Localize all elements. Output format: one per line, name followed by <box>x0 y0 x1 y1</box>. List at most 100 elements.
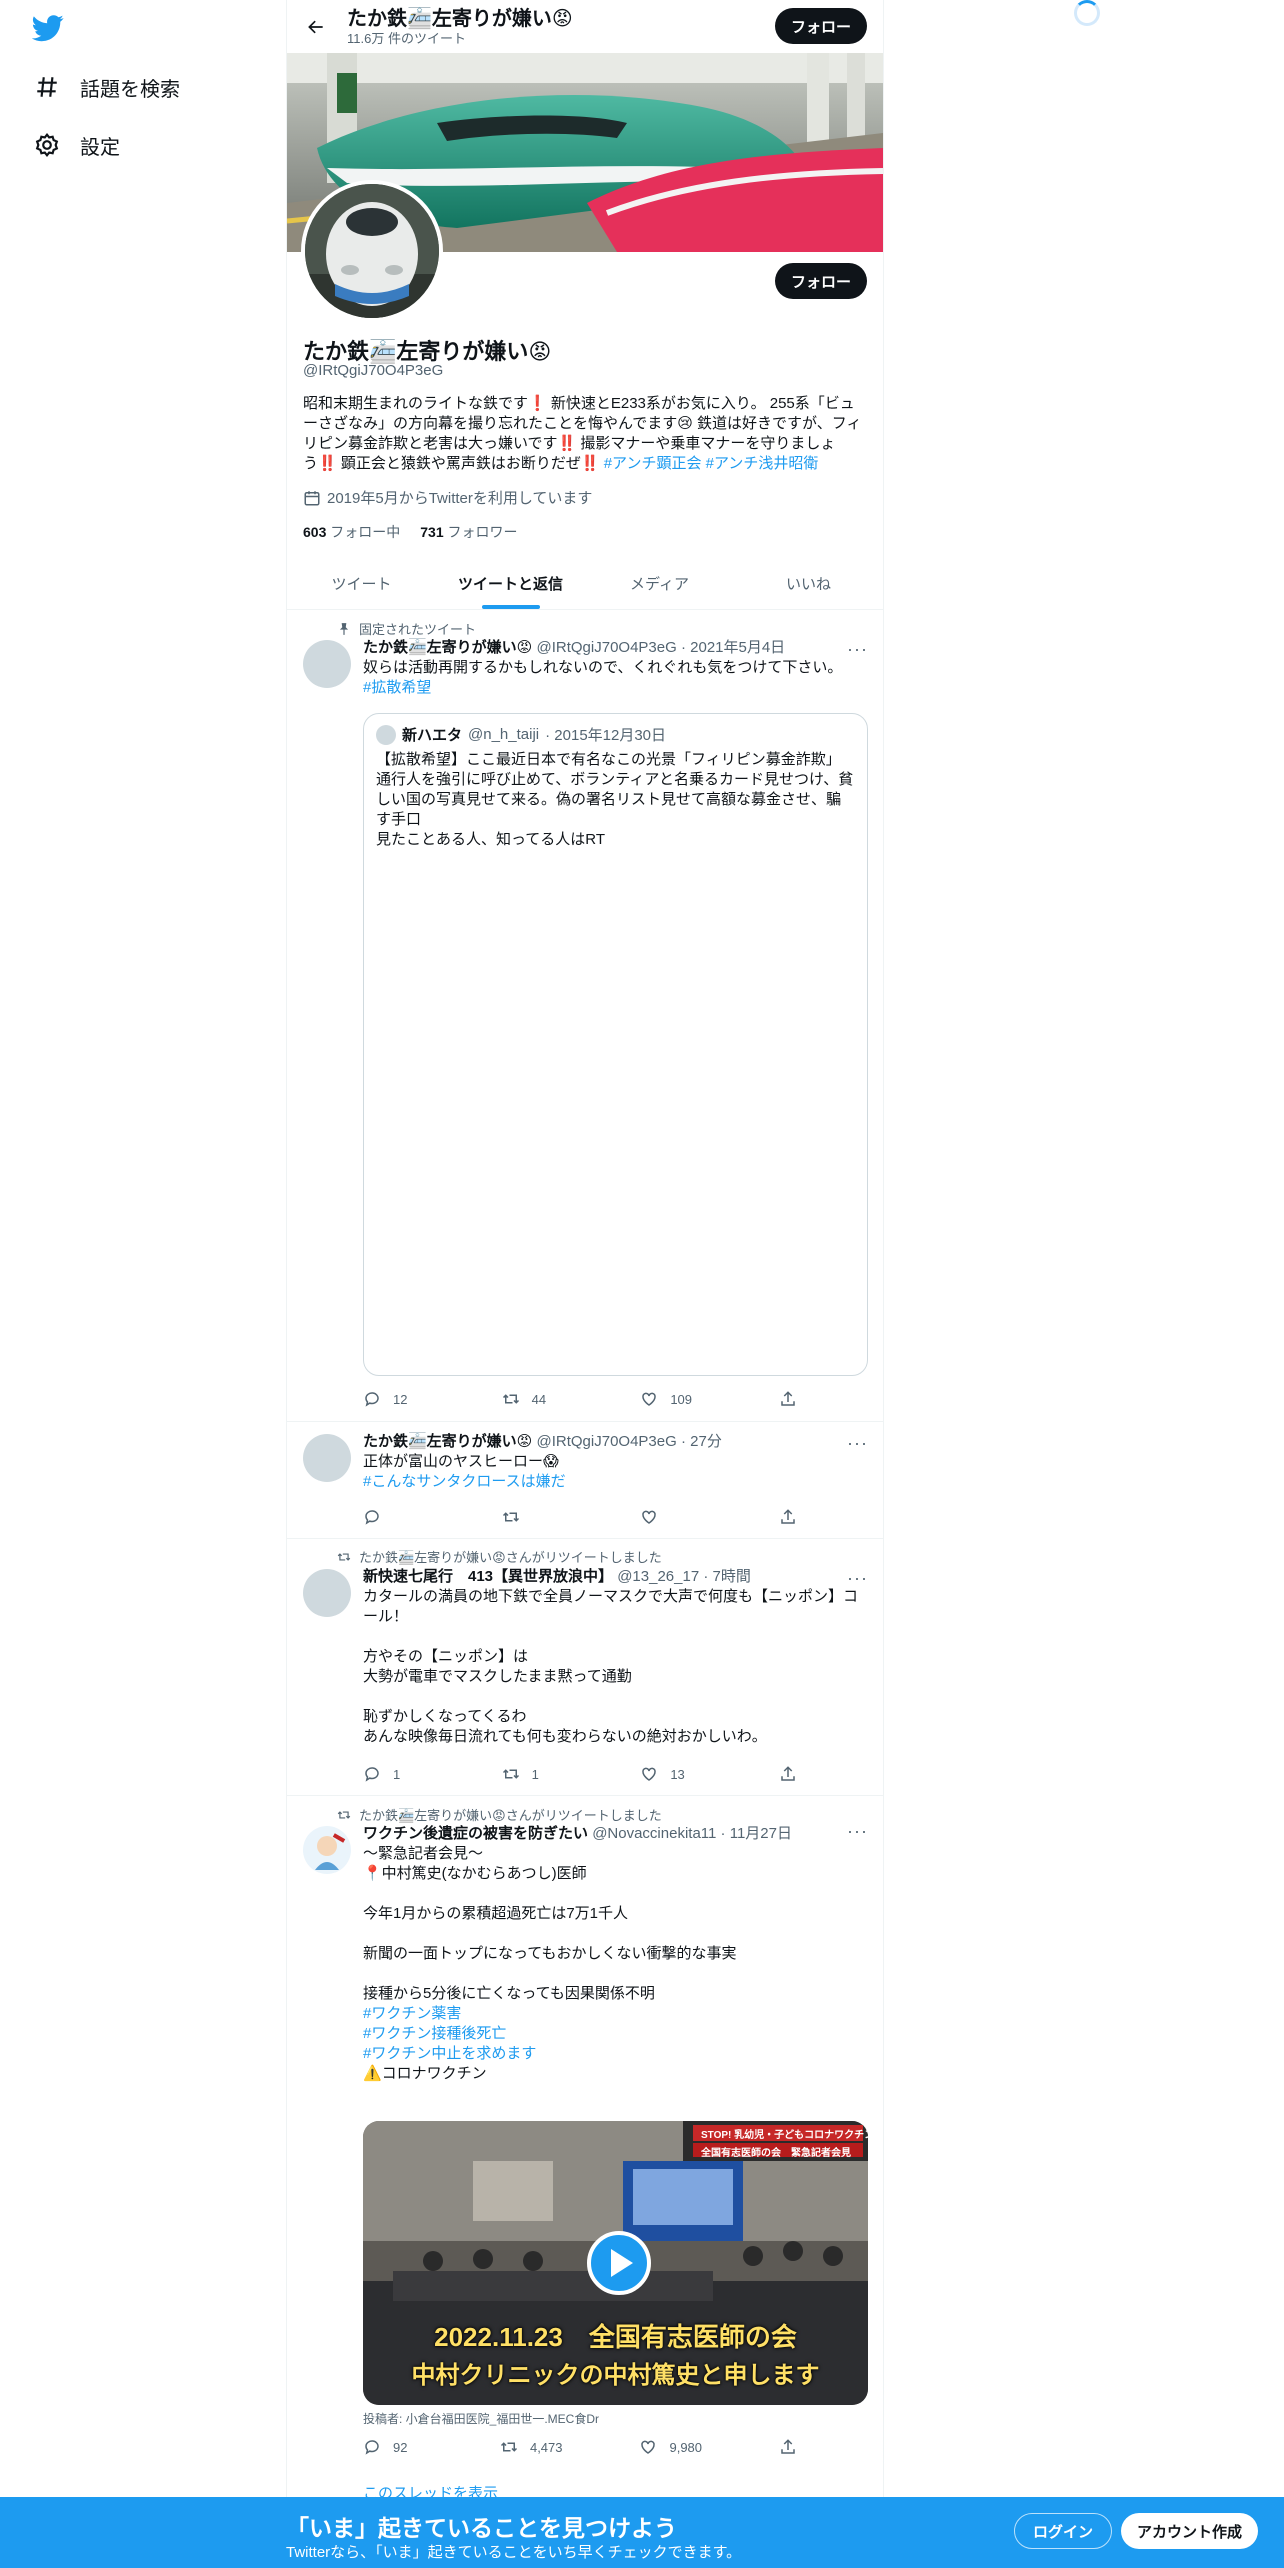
avatar[interactable] <box>303 1434 351 1482</box>
header-follow-button[interactable]: フォロー <box>774 8 867 44</box>
hashtag-icon <box>37 77 57 97</box>
retweet-button[interactable] <box>502 1508 562 1526</box>
retweet-count: 1 <box>531 1766 539 1782</box>
tweet[interactable]: 固定されたツイート ··· たか鉄🚈左寄りが嫌い😡 @IRtQgiJ70O4P3… <box>287 610 883 1422</box>
reply-button[interactable]: 1 <box>363 1765 423 1783</box>
tweet-time[interactable]: · 2021年5月4日 <box>681 639 785 656</box>
author-name[interactable]: ワクチン後遺症の被害を防ぎたい <box>363 1825 588 1842</box>
like-button[interactable]: 9,980 <box>639 2438 702 2456</box>
share-icon <box>781 1766 795 1781</box>
hashtag-link[interactable]: #ワクチン接種後死亡 <box>363 2024 867 2044</box>
reply-button[interactable]: 12 <box>363 1390 423 1408</box>
retweet-context-label[interactable]: たか鉄🚈左寄りが嫌い😡さんがリツイートしました <box>359 1805 662 1824</box>
avatar[interactable] <box>303 640 351 688</box>
avatar[interactable] <box>303 1826 351 1874</box>
nav-explore[interactable]: 話題を検索 <box>34 65 180 109</box>
bio-hashtag-link[interactable]: #アンチ顕正会 <box>604 455 702 472</box>
hashtag-link[interactable]: #拡散希望 <box>363 678 867 698</box>
hashtag-link[interactable]: #ワクチン薬害 <box>363 2004 867 2024</box>
like-button[interactable] <box>640 1508 700 1526</box>
avatar <box>376 724 396 745</box>
video-caption-line1: 2022.11.23 全国有志医師の会 <box>434 2322 797 2352</box>
signup-banner-title: 「いま」起きていることを見つけよう <box>286 2515 677 2541</box>
tweet-time[interactable]: · 7時間 <box>703 1568 751 1585</box>
retweet-icon <box>337 1810 351 1819</box>
profile-tabs: ツイート ツイートと返信 メディア いいね <box>287 557 883 610</box>
tab-tweets-and-replies[interactable]: ツイートと返信 <box>436 557 585 609</box>
followers-link[interactable]: 731 フォロワー <box>420 522 517 542</box>
tweet-actions: 92 4,473 9,980 <box>363 2438 799 2456</box>
reply-button[interactable] <box>363 1508 423 1526</box>
author-handle[interactable]: @13_26_17 <box>617 1568 699 1585</box>
video-banner-bottom: 全国有志医師の会 緊急記者会見 <box>701 2148 851 2159</box>
retweet-button[interactable]: 4,473 <box>500 2438 563 2456</box>
profile-avatar[interactable] <box>301 180 443 322</box>
following-link[interactable]: 603 フォロー中 <box>303 522 400 542</box>
quoted-author-name: 新ハエタ <box>402 727 463 744</box>
video-caption-line2: 中村クリニックの中村篤史と申します <box>411 2362 820 2389</box>
profile-joined: 2019年5月からTwitterを利用しています <box>303 487 592 508</box>
retweet-button[interactable]: 44 <box>502 1390 562 1408</box>
reply-icon <box>365 1510 379 1525</box>
like-count: 13 <box>670 1766 685 1782</box>
profile-follow-stats: 603 フォロー中 731 フォロワー <box>303 522 518 542</box>
calendar-icon <box>304 490 320 505</box>
play-button[interactable] <box>587 2231 651 2295</box>
tweet-time[interactable]: · 27分 <box>681 1433 722 1450</box>
heart-icon <box>642 1767 657 1781</box>
reply-count: 1 <box>393 1766 401 1782</box>
author-name[interactable]: 新快速七尾行 413【異世界放浪中】 <box>363 1568 613 1585</box>
tweet-time[interactable]: · 11月27日 <box>721 1825 792 1842</box>
profile-bio: 昭和末期生まれのライトな鉄です❗ 新快速とE233系がお気に入り。 255系「ビ… <box>303 394 869 474</box>
heart-icon <box>642 1392 657 1406</box>
hashtag-link[interactable]: #こんなサンタクロースは嫌だ <box>363 1472 867 1492</box>
author-handle[interactable]: @IRtQgiJ70O4P3eG <box>537 1433 677 1450</box>
quoted-author-handle: @n_h_taiji <box>468 726 540 743</box>
tweet-video[interactable]: STOP! 乳幼児・子どもコロナワクチン 全国有志医師の会 緊急記者会見 202… <box>363 2121 868 2405</box>
tweet[interactable]: ··· たか鉄🚈左寄りが嫌い😡 @IRtQgiJ70O4P3eG · 27分 正… <box>287 1422 883 1539</box>
twitter-logo-icon[interactable] <box>32 12 64 44</box>
tweet-actions: 1 1 13 <box>363 1765 799 1783</box>
hashtag-link[interactable]: #ワクチン中止を求めます <box>363 2044 867 2064</box>
author-handle[interactable]: @IRtQgiJ70O4P3eG <box>537 639 677 656</box>
author-name[interactable]: たか鉄🚈左寄りが嫌い😡 <box>363 639 532 656</box>
reply-icon <box>365 1767 379 1782</box>
signup-button[interactable]: アカウント作成 <box>1121 2513 1259 2549</box>
like-button[interactable]: 13 <box>640 1765 700 1783</box>
profile-follow-button[interactable]: フォロー <box>774 263 867 299</box>
share-button[interactable] <box>779 2438 799 2456</box>
share-button[interactable] <box>779 1390 799 1408</box>
avatar[interactable] <box>303 1569 351 1617</box>
tweet-text: 正体が富山のヤスヒーロー😱 <box>363 1453 559 1470</box>
pinned-context: 固定されたツイート <box>337 619 476 638</box>
retweet-context-label[interactable]: たか鉄🚈左寄りが嫌い😡さんがリツイートしました <box>359 1547 662 1566</box>
bio-hashtag-link[interactable]: #アンチ浅井昭衛 <box>706 455 819 472</box>
login-button[interactable]: ログイン <box>1014 2513 1113 2549</box>
like-count: 109 <box>670 1391 693 1407</box>
back-button[interactable] <box>299 10 333 44</box>
tab-tweets[interactable]: ツイート <box>287 557 436 609</box>
profile-handle: @IRtQgiJ70O4P3eG <box>303 362 444 379</box>
like-button[interactable]: 109 <box>640 1390 700 1408</box>
profile-joined-text: 2019年5月からTwitterを利用しています <box>327 490 593 507</box>
author-name[interactable]: たか鉄🚈左寄りが嫌い😡 <box>363 1433 532 1450</box>
video-poster[interactable]: 投稿者: 小倉台福田医院_福田世一.MEC食Dr <box>363 2410 599 2427</box>
reply-button[interactable]: 92 <box>363 2438 423 2456</box>
share-button[interactable] <box>779 1508 799 1526</box>
share-icon <box>781 2439 795 2454</box>
reply-count: 12 <box>393 1391 408 1407</box>
reply-count: 92 <box>393 2439 408 2455</box>
share-button[interactable] <box>779 1765 799 1783</box>
pin-icon <box>339 622 349 635</box>
tweet-actions: 12 44 109 <box>363 1390 799 1408</box>
tab-media[interactable]: メディア <box>585 557 734 609</box>
tweet[interactable]: たか鉄🚈左寄りが嫌い😡さんがリツイートしました ··· ワクチン後遺症の被害を防… <box>287 1796 883 2568</box>
author-handle[interactable]: @Novaccinekita11 <box>592 1825 716 1842</box>
tab-likes[interactable]: いいね <box>734 557 883 609</box>
video-banner-top: STOP! 乳幼児・子どもコロナワクチン <box>701 2130 868 2141</box>
nav-settings[interactable]: 設定 <box>34 123 120 167</box>
retweet-button[interactable]: 1 <box>502 1765 562 1783</box>
profile-column: たか鉄🚈左寄りが嫌い😡 11.6万 件のツイート フォロー フォロー たか鉄🚈左… <box>286 0 884 2568</box>
quoted-tweet[interactable]: 新ハエタ @n_h_taiji · 2015年12月30日 【拡散希望】ここ最近… <box>363 713 868 1376</box>
tweet[interactable]: たか鉄🚈左寄りが嫌い😡さんがリツイートしました ··· 新快速七尾行 413【異… <box>287 1539 883 1796</box>
